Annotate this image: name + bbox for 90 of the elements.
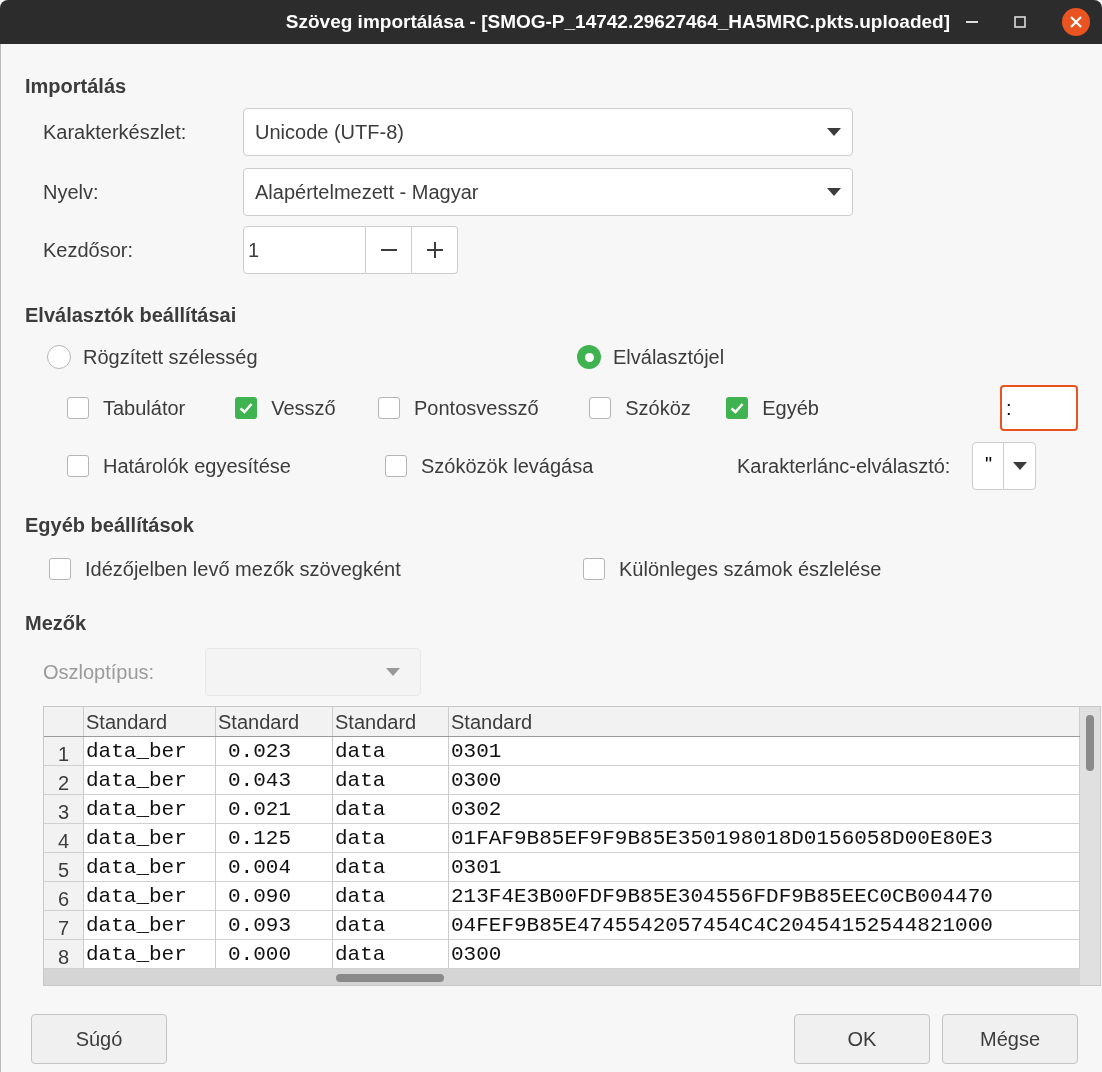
checkbox[interactable]	[378, 397, 400, 419]
dialog-button[interactable]: Mégse	[942, 1014, 1078, 1064]
checkbox[interactable]	[67, 455, 89, 477]
caret-icon	[827, 128, 841, 136]
section-heading: Elválasztók beállításai	[25, 303, 238, 328]
checkbox[interactable]	[385, 455, 407, 477]
checkbox-label: Tabulátor	[103, 396, 186, 421]
other-separator-field[interactable]: :	[1000, 385, 1078, 431]
vertical-scrollbar[interactable]	[1080, 707, 1100, 985]
checkbox[interactable]	[235, 397, 258, 419]
row-number: 3	[44, 795, 84, 823]
table-cell: 0.043	[216, 766, 333, 794]
checkbox-label: Szóközök levágása	[421, 454, 594, 479]
checkbox-label: Szóköz	[625, 396, 691, 421]
combo-box[interactable]: "	[972, 442, 1037, 490]
checkbox-label: Különleges számok észlelése	[619, 557, 882, 582]
close-icon[interactable]	[1062, 8, 1090, 36]
field-label: Karakterkészlet:	[43, 120, 188, 145]
row-number: 2	[44, 766, 84, 794]
checkbox-label: Határolók egyesítése	[103, 454, 291, 479]
field-label: Kezdősor:	[43, 238, 135, 263]
row-number: 7	[44, 911, 84, 939]
scroll-thumb[interactable]	[1086, 715, 1094, 771]
caret-icon	[827, 188, 841, 196]
checkbox[interactable]	[67, 397, 89, 419]
plus-icon	[426, 242, 443, 258]
dialog-button[interactable]: OK	[794, 1014, 930, 1064]
table-cell: 0.023	[216, 737, 333, 765]
checkbox[interactable]	[589, 397, 612, 419]
dropdown[interactable]: Unicode (UTF-8)	[243, 108, 853, 156]
column-header[interactable]: Standard	[216, 707, 333, 736]
field-label: Oszloptípus:	[43, 660, 156, 685]
increment-button[interactable]	[412, 226, 458, 274]
table-cell: data	[333, 911, 449, 939]
checkbox[interactable]	[49, 558, 71, 580]
checkbox[interactable]	[583, 558, 605, 580]
window-title: Szöveg importálása - [SMOG-P_14742.29627464_HA5MRC.pkts.uploaded]	[285, 9, 950, 34]
table-cell: data_ber	[84, 766, 216, 794]
radio-button[interactable]	[577, 345, 601, 369]
column-header[interactable]: Standard	[84, 707, 216, 736]
table-cell: 0.021	[216, 795, 333, 823]
maximize-icon[interactable]	[1014, 16, 1026, 28]
table-cell: data	[333, 882, 449, 910]
scroll-thumb[interactable]	[336, 974, 444, 982]
caret-icon	[386, 668, 400, 676]
row-number: 5	[44, 853, 84, 881]
checkbox-label: Idézőjelben levő mezők szövegként	[85, 557, 401, 582]
row-number: 1	[44, 737, 84, 765]
table-cell: 0.000	[216, 940, 333, 968]
table-cell: data_ber	[84, 853, 216, 881]
dialog-button[interactable]: Súgó	[31, 1014, 167, 1064]
table-cell: data	[333, 795, 449, 823]
column-header[interactable]: Standard	[333, 707, 449, 736]
section-heading: Mezők	[25, 611, 88, 636]
table-cell: data_ber	[84, 795, 216, 823]
radio-button[interactable]	[47, 345, 71, 369]
radio-label: Rögzített szélesség	[83, 345, 258, 370]
table-cell: data	[333, 853, 449, 881]
checkbox-label: Egyéb	[762, 396, 819, 421]
caret-icon	[1012, 462, 1027, 470]
checkbox[interactable]	[726, 397, 749, 419]
row-number: 6	[44, 882, 84, 910]
check-icon	[239, 402, 254, 414]
table-cell: 0.090	[216, 882, 333, 910]
field-label: Karakterlánc-elválasztó:	[737, 454, 951, 479]
radio-label: Elválasztójel	[613, 345, 725, 370]
checkbox-label: Pontosvessző	[414, 396, 539, 421]
section-heading: Egyéb beállítások	[25, 513, 195, 538]
row-number: 8	[44, 940, 84, 968]
table-cell: data_ber	[84, 824, 216, 852]
section-heading: Importálás	[25, 76, 128, 96]
table-cell: 0.125	[216, 824, 333, 852]
table-cell: data	[333, 940, 449, 968]
check-icon	[730, 402, 745, 414]
table-cell: data	[333, 766, 449, 794]
table-cell: data_ber	[84, 882, 216, 910]
field-label: Nyelv:	[43, 180, 100, 205]
dropdown[interactable]: Alapértelmezett - Magyar	[243, 168, 853, 216]
row-number: 4	[44, 824, 84, 852]
checkbox-label: Vessző	[271, 396, 336, 421]
table-cell: data_ber	[84, 737, 216, 765]
table-cell: data	[333, 737, 449, 765]
spin-field[interactable]: 1	[243, 226, 366, 274]
table-cell: 0.004	[216, 853, 333, 881]
minus-icon	[380, 249, 397, 251]
horizontal-scrollbar[interactable]	[44, 969, 1080, 985]
table-cell: data_ber	[84, 940, 216, 968]
table-cell: 0.093	[216, 911, 333, 939]
table-cell: data	[333, 824, 449, 852]
table-cell: data_ber	[84, 911, 216, 939]
